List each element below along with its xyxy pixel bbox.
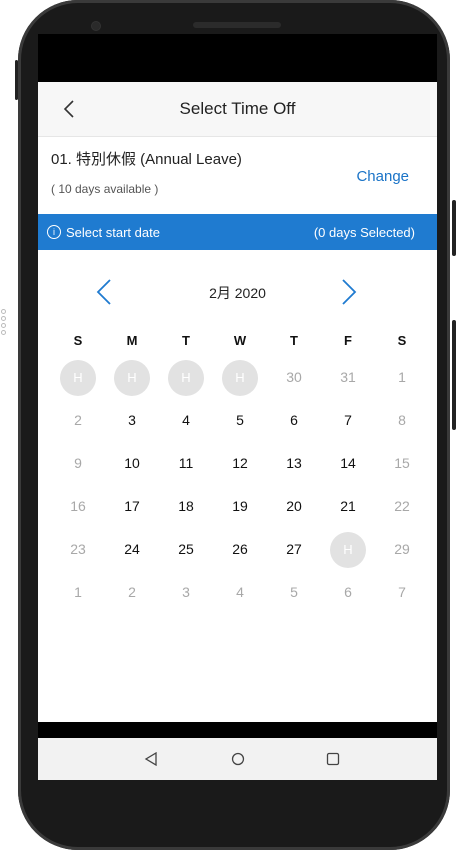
sys-recents-button[interactable] [313, 738, 353, 780]
system-nav-bar [38, 738, 437, 780]
calendar-day-cell: 22 [394, 497, 410, 514]
weekday-label: S [397, 333, 407, 348]
calendar-day-cell: 15 [394, 454, 410, 471]
triangle-back-icon [144, 752, 157, 766]
info-bar: i Select start date (0 days Selected) [38, 214, 437, 250]
holiday-day-cell: H [159, 359, 213, 396]
leave-available-text: ( 10 days available ) [51, 182, 159, 196]
weekday-label: W [233, 333, 247, 348]
weekday-label: T [182, 333, 190, 348]
calendar-day-cell[interactable]: 20 [267, 488, 321, 524]
calendar-day-cell[interactable]: 27 [267, 531, 321, 567]
speaker-grille [193, 22, 281, 28]
next-month-button[interactable] [333, 277, 363, 307]
info-icon: i [47, 225, 61, 239]
calendar-week: 1 2 3 4 5 6 7 [51, 570, 431, 613]
app-screen: Select Time Off 01. 特別休假 (Annual Leave) … [38, 82, 437, 722]
calendar-day-cell: 3 [182, 583, 190, 600]
calendar-week: 2 34567 8 [51, 398, 431, 441]
calendar-day-cell: 8 [398, 411, 406, 428]
weekday-header: S M T W T F S [51, 327, 431, 355]
status-bar [38, 34, 437, 82]
calendar-day-cell: 1 [74, 583, 82, 600]
sys-back-button[interactable] [131, 738, 171, 780]
calendar-day-cell[interactable]: 17 [105, 488, 159, 524]
change-button[interactable]: Change [356, 168, 409, 185]
holiday-marker: H [330, 531, 366, 568]
holiday-marker: H [60, 359, 96, 396]
calendar-week: H H H H 30 31 1 [51, 355, 431, 398]
calendar-day-cell: 4 [236, 583, 244, 600]
calendar-day-cell: 31 [340, 368, 356, 385]
chevron-right-icon [342, 279, 357, 305]
select-hint: Select start date [66, 225, 160, 240]
calendar-day-cell: 16 [70, 497, 86, 514]
calendar-day-cell[interactable]: 24 [105, 531, 159, 567]
calendar-day-cell[interactable]: 21 [321, 488, 375, 524]
calendar-week: 9 10 11 12 13 14 15 [51, 441, 431, 484]
calendar-day-cell: 9 [74, 454, 82, 471]
holiday-day-cell: H [213, 359, 267, 396]
holiday-day-cell: H [105, 359, 159, 396]
calendar-day-cell[interactable]: 19 [213, 488, 267, 524]
calendar-week: 23 24 25 26 27 H 29 [51, 527, 431, 570]
calendar-day-cell[interactable]: 5 [213, 402, 267, 438]
calendar-day-cell: 6 [344, 583, 352, 600]
calendar-day-cell: 23 [70, 540, 86, 557]
calendar-day-cell: 29 [394, 540, 410, 557]
holiday-marker: H [222, 359, 258, 396]
calendar-day-cell: 2 [128, 583, 136, 600]
power-button [452, 320, 456, 430]
page-title: Select Time Off [179, 99, 296, 118]
circle-home-icon [231, 752, 245, 766]
holiday-marker: H [114, 359, 150, 396]
camera-icon [92, 22, 100, 30]
calendar-week: 16 17 18 19 20 21 22 [51, 484, 431, 527]
calendar-day-cell[interactable]: 10 [105, 445, 159, 481]
volume-button [452, 200, 456, 256]
bottom-strip [38, 722, 437, 738]
holiday-day-cell: H [321, 531, 375, 568]
drag-handle[interactable] [1, 307, 6, 337]
calendar-day-cell[interactable]: 7 [321, 402, 375, 438]
calendar-day-cell: 2 [74, 411, 82, 428]
calendar-day-cell[interactable]: 14 [321, 445, 375, 481]
calendar-day-cell[interactable]: 26 [213, 531, 267, 567]
calendar-day-cell[interactable]: 3 [105, 402, 159, 438]
holiday-day-cell: H [51, 359, 105, 396]
calendar-day-cell[interactable]: 11 [159, 445, 213, 481]
calendar-day-cell[interactable]: 6 [267, 402, 321, 438]
holiday-marker: H [168, 359, 204, 396]
calendar-day-cell: 1 [398, 368, 406, 385]
weekday-label: T [290, 333, 298, 348]
days-selected-count: (0 days Selected) [313, 225, 415, 240]
weekday-label: M [126, 333, 138, 348]
weekday-label: F [344, 333, 352, 348]
side-button-left [15, 60, 18, 100]
calendar-day-cell[interactable]: 18 [159, 488, 213, 524]
top-bezel [38, 0, 438, 36]
calendar-day-cell[interactable]: 12 [213, 445, 267, 481]
leave-type-label: 01. 特別休假 (Annual Leave) [51, 151, 242, 168]
calendar-day-cell[interactable]: 25 [159, 531, 213, 567]
square-recents-icon [326, 752, 340, 766]
calendar-day-cell: 7 [398, 583, 406, 600]
calendar-grid: S M T W T F S H H H H 30 31 1 2 3 4 5 6 7 8 9 10 11 12 13 1… [51, 327, 431, 613]
month-label: 2月 2020 [209, 285, 266, 301]
calendar-day-cell: 30 [286, 368, 302, 385]
app-header: Select Time Off [38, 82, 437, 137]
calendar-day-cell[interactable]: 4 [159, 402, 213, 438]
calendar-day-cell[interactable]: 13 [267, 445, 321, 481]
sys-home-button[interactable] [218, 738, 258, 780]
weekday-label: S [73, 333, 83, 348]
calendar-day-cell: 5 [290, 583, 298, 600]
